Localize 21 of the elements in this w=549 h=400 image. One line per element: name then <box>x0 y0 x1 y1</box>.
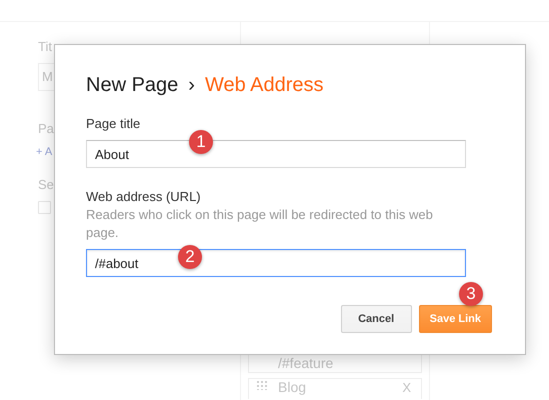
breadcrumb-separator: › <box>188 73 195 97</box>
field-label: Page title <box>86 116 142 131</box>
field-label: Pa <box>38 121 54 136</box>
field-label: Web address (URL) <box>86 189 202 204</box>
step-badge: 3 <box>459 282 483 306</box>
help-text: Readers who click on this page will be redirected to this web page. <box>86 206 434 242</box>
dialog-title-text: New Page <box>86 73 178 97</box>
field-label: Se <box>38 177 54 192</box>
cancel-button[interactable]: Cancel <box>340 305 412 333</box>
add-link[interactable]: + A <box>36 145 52 160</box>
remove-button[interactable]: X <box>402 380 411 395</box>
field-label: Tit <box>38 39 52 54</box>
page-item[interactable]: Blog X <box>248 378 422 399</box>
dialog-subtitle: Web Address <box>204 73 324 97</box>
drag-handle-icon[interactable] <box>256 380 268 390</box>
step-badge: 2 <box>178 245 202 269</box>
checkbox[interactable] <box>38 201 51 214</box>
step-badge: 1 <box>189 130 213 154</box>
save-button[interactable]: Save Link <box>418 305 492 333</box>
page-item-text: Blog <box>278 380 308 395</box>
page-item-text: /#feature <box>278 356 334 371</box>
